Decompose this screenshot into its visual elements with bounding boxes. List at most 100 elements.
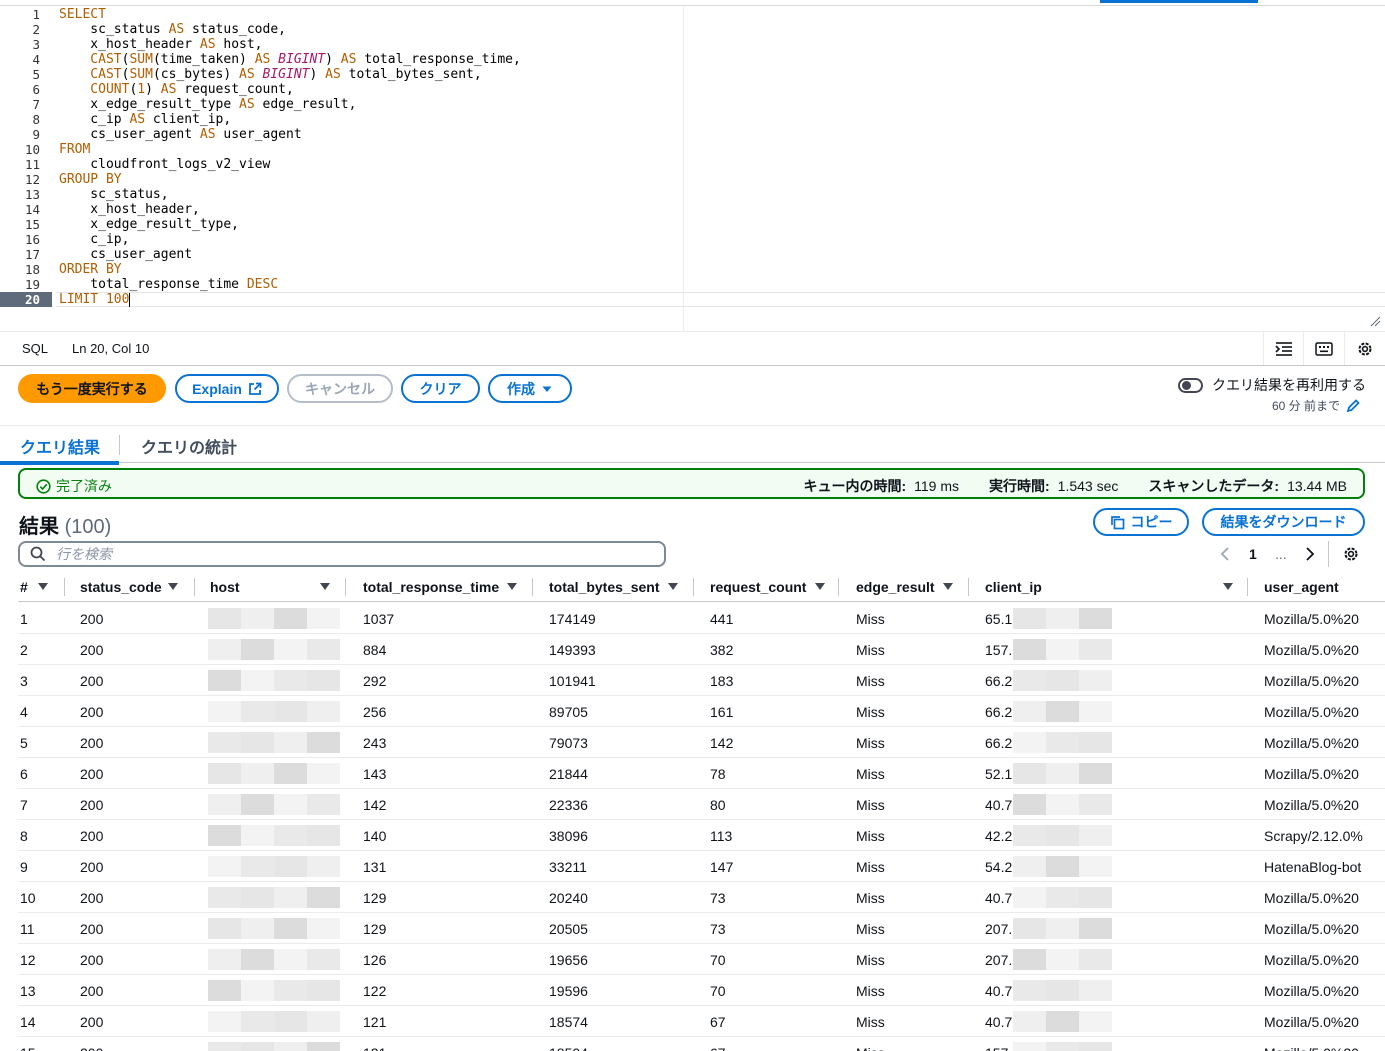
column-header-edge-result[interactable]: edge_result — [856, 578, 935, 596]
sort-caret-icon[interactable] — [320, 583, 330, 590]
column-resizer[interactable] — [345, 578, 346, 596]
sort-caret-icon[interactable] — [38, 583, 48, 590]
code-line[interactable]: LIMIT 100 — [59, 292, 131, 307]
table-row[interactable]: 14 200 121 18574 67 Miss 40.7 Mozilla/5.0%20 — [18, 1006, 1385, 1037]
column-header-client-ip[interactable]: client_ip — [985, 578, 1042, 596]
column-resizer[interactable] — [64, 578, 65, 596]
keyboard-button[interactable] — [1303, 332, 1343, 365]
chevron-right-icon[interactable] — [1305, 547, 1315, 561]
code-line[interactable]: sc_status, — [59, 187, 168, 202]
page-number[interactable]: 1 — [1249, 546, 1257, 562]
code-line[interactable]: cs_user_agent — [59, 247, 192, 262]
table-row[interactable]: 2 200 884 149393 382 Miss 157. Mozilla/5.0%20 — [18, 634, 1385, 665]
redacted-host-block — [208, 701, 241, 722]
code-line[interactable]: total_response_time DESC — [59, 277, 278, 292]
table-row[interactable]: 11 200 129 20505 73 Miss 207. Mozilla/5.0%20 — [18, 913, 1385, 944]
column-header-host[interactable]: host — [210, 578, 240, 596]
sort-caret-icon[interactable] — [943, 583, 953, 590]
tab-query-stats[interactable]: クエリの統計 — [141, 434, 237, 458]
code-line[interactable]: GROUP BY — [59, 172, 122, 187]
indent-button[interactable] — [1263, 332, 1303, 365]
code-token: cloudfront_logs_v2_view — [59, 157, 271, 172]
sort-caret-icon[interactable] — [815, 583, 825, 590]
code-line[interactable]: sc_status AS status_code, — [59, 22, 286, 37]
code-line[interactable]: SELECT — [59, 7, 106, 22]
cancel-button[interactable]: キャンセル — [287, 374, 393, 403]
line-number: 14 — [24, 202, 40, 217]
search-input[interactable] — [56, 546, 616, 562]
redacted-ip-block — [1013, 949, 1046, 970]
column-header-user-agent[interactable]: user_agent — [1264, 578, 1339, 596]
code-line[interactable]: cs_user_agent AS user_agent — [59, 127, 301, 142]
reuse-results-toggle[interactable]: クエリ結果を再利用する — [1178, 375, 1366, 395]
run-again-button[interactable]: もう一度実行する — [18, 374, 166, 403]
table-row[interactable]: 9 200 131 33211 147 Miss 54.2 HatenaBlog-bot — [18, 851, 1385, 882]
chevron-left-icon[interactable] — [1220, 547, 1230, 561]
code-line[interactable]: x_host_header, — [59, 202, 200, 217]
column-resizer[interactable] — [532, 578, 533, 596]
column-resizer[interactable] — [968, 578, 969, 596]
editor-settings-button[interactable] — [1344, 332, 1384, 365]
total-response-time-cell: 129 — [363, 890, 387, 906]
column-header-request-count[interactable]: request_count — [710, 578, 806, 596]
code-line[interactable]: FROM — [59, 142, 90, 157]
redacted-host-block — [274, 1042, 307, 1051]
code-line[interactable]: cloudfront_logs_v2_view — [59, 157, 270, 172]
table-row[interactable]: 7 200 142 22336 80 Miss 40.7 Mozilla/5.0%20 — [18, 789, 1385, 820]
code-line[interactable]: CAST(SUM(time_taken) AS BIGINT) AS total… — [59, 52, 521, 67]
column-header-total-bytes-sent[interactable]: total_bytes_sent — [549, 578, 659, 596]
gear-icon[interactable] — [1342, 545, 1360, 563]
code-line[interactable]: x_host_header AS host, — [59, 37, 262, 52]
results-title: 結果 — [19, 516, 59, 538]
table-row[interactable]: 8 200 140 38096 113 Miss 42.2 Scrapy/2.12.0% — [18, 820, 1385, 851]
toggle-switch[interactable] — [1178, 377, 1203, 393]
column-resizer[interactable] — [693, 578, 694, 596]
code-line[interactable]: ORDER BY — [59, 262, 122, 277]
toggle-knob — [1182, 380, 1191, 390]
column-header-status-code[interactable]: status_code — [80, 578, 162, 596]
status-code-cell: 200 — [80, 735, 104, 751]
code-line[interactable]: x_edge_result_type AS edge_result, — [59, 97, 356, 112]
create-dropdown-button[interactable]: 作成 — [488, 374, 572, 403]
table-row[interactable]: 4 200 256 89705 161 Miss 66.2 Mozilla/5.0%20 — [18, 696, 1385, 727]
redacted-host-block — [274, 825, 307, 846]
table-row[interactable]: 15 200 121 18504 67 Miss 157. Mozilla/5.0%20 — [18, 1037, 1385, 1051]
resize-handle-icon[interactable] — [1369, 315, 1381, 327]
exec-time: 実行時間: 1.543 sec — [989, 476, 1118, 496]
sql-editor[interactable]: 1 2 3 4 5 6 7 8 9 10 11 12 13 14 15 16 17 18 19 20 SELECT s… — [0, 7, 1385, 332]
table-row[interactable]: 12 200 126 19656 70 Miss 207. Mozilla/5.0%20 — [18, 944, 1385, 975]
code-line[interactable]: CAST(SUM(cs_bytes) AS BIGINT) AS total_b… — [59, 67, 481, 82]
table-row[interactable]: 6 200 143 21844 78 Miss 52.1 Mozilla/5.0%20 — [18, 758, 1385, 789]
code-token: ) — [309, 67, 326, 82]
table-row[interactable]: 10 200 129 20240 73 Miss 40.7 Mozilla/5.0%20 — [18, 882, 1385, 913]
column-header-index[interactable]: # — [20, 578, 28, 596]
column-resizer[interactable] — [194, 578, 195, 596]
request-count-cell: 70 — [710, 983, 726, 999]
table-row[interactable]: 5 200 243 79073 142 Miss 66.2 Mozilla/5.0%20 — [18, 727, 1385, 758]
sort-caret-icon[interactable] — [668, 583, 678, 590]
code-area[interactable]: SELECT sc_status AS status_code, x_host_… — [56, 7, 683, 332]
redacted-ip-block — [1046, 949, 1079, 970]
code-line[interactable]: c_ip, — [59, 232, 129, 247]
status-code-cell: 200 — [80, 1014, 104, 1030]
code-line[interactable]: COUNT(1) AS request_count, — [59, 82, 294, 97]
sort-caret-icon[interactable] — [1223, 583, 1233, 590]
edit-pencil-icon[interactable] — [1346, 398, 1360, 413]
table-row[interactable]: 1 200 1037 174149 441 Miss 65.1 Mozilla/5.0%20 — [18, 603, 1385, 634]
column-header-total-response-time[interactable]: total_response_time — [363, 578, 499, 596]
code-line[interactable]: x_edge_result_type, — [59, 217, 239, 232]
tab-query-results[interactable]: クエリ結果 — [20, 434, 100, 458]
code-line[interactable]: c_ip AS client_ip, — [59, 112, 231, 127]
table-row[interactable]: 13 200 122 19596 70 Miss 40.7 Mozilla/5.0%20 — [18, 975, 1385, 1006]
download-results-button[interactable]: 結果をダウンロード — [1202, 508, 1365, 536]
table-row[interactable]: 3 200 292 101941 183 Miss 66.2 Mozilla/5.0%20 — [18, 665, 1385, 696]
clear-button[interactable]: クリア — [401, 374, 480, 403]
explain-button[interactable]: Explain — [175, 374, 279, 403]
column-resizer[interactable] — [1247, 578, 1248, 596]
sort-caret-icon[interactable] — [168, 583, 178, 590]
copy-button[interactable]: コピー — [1093, 508, 1189, 536]
column-resizer[interactable] — [838, 578, 839, 596]
sort-caret-icon[interactable] — [507, 583, 517, 590]
row-search[interactable] — [18, 541, 666, 567]
